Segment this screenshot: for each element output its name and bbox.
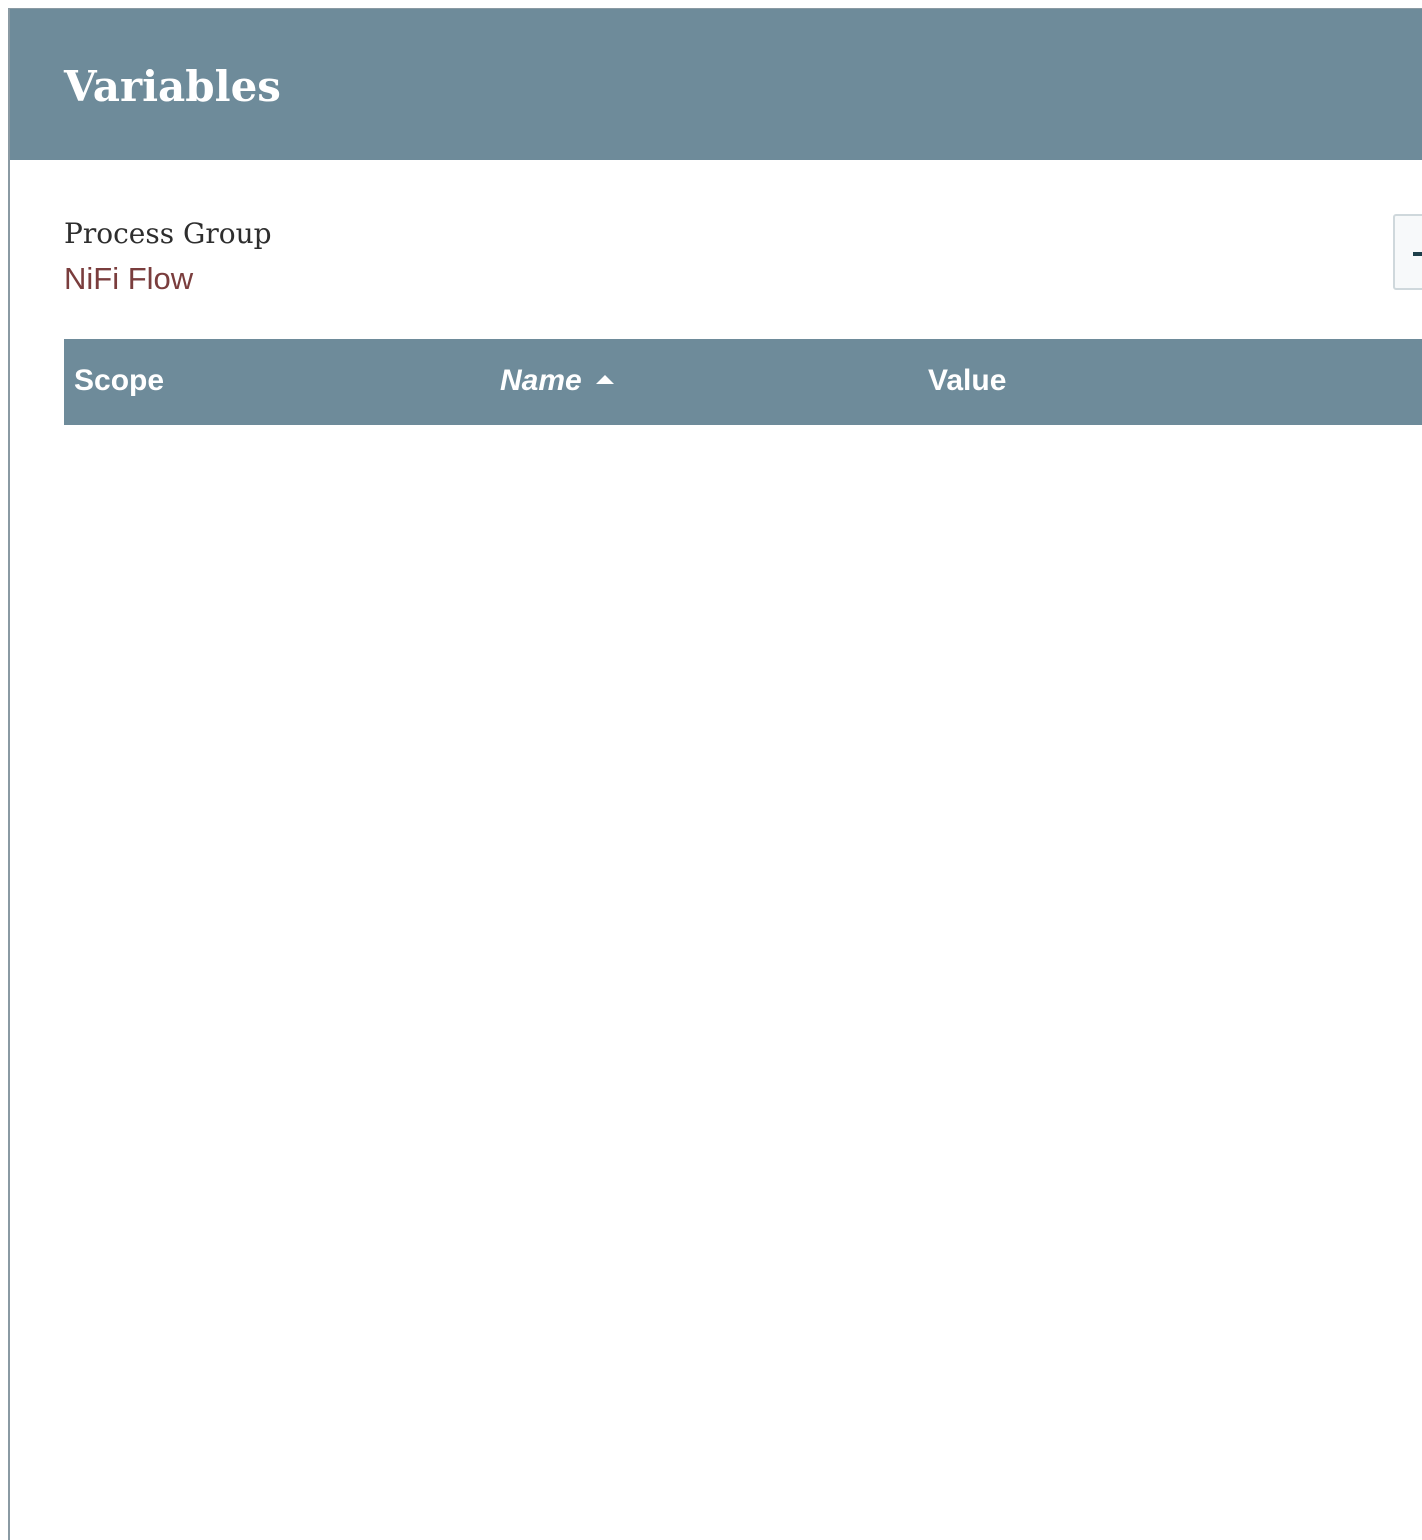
column-header-scope-label: Scope <box>74 364 165 397</box>
page: Variables Process Group NiFi Flow Scope … <box>0 0 1422 1540</box>
variables-table-body <box>64 425 1422 1525</box>
column-header-name-label: Name <box>500 364 582 397</box>
column-header-name[interactable]: Name <box>500 361 614 401</box>
dialog-title: Variables <box>64 62 281 111</box>
variables-table-header: Scope Name Value <box>64 339 1422 425</box>
column-header-value-label: Value <box>928 364 1007 397</box>
variables-dialog: Variables Process Group NiFi Flow Scope … <box>8 8 1422 1540</box>
plus-icon <box>1413 252 1422 256</box>
add-variable-button[interactable] <box>1393 214 1422 290</box>
column-header-value[interactable]: Value <box>928 361 1006 401</box>
process-group-label: Process Group <box>64 217 272 250</box>
column-header-scope[interactable]: Scope <box>74 361 164 401</box>
sort-ascending-icon <box>595 374 614 384</box>
process-group-name: NiFi Flow <box>64 261 194 296</box>
dialog-header: Variables <box>10 9 1422 160</box>
